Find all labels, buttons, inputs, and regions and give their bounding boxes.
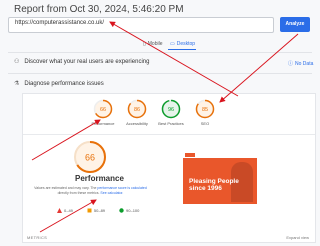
performance-big-score: 66 — [85, 153, 95, 163]
metrics-label: METRICS — [27, 235, 48, 240]
url-input-value: https://computerassistance.co.uk/ — [15, 20, 105, 26]
annotation-arrow — [219, 33, 299, 103]
expand-view-link[interactable]: Expand view — [286, 235, 309, 240]
diagnose-section-header[interactable]: ⚗ Diagnose performance issues — [14, 80, 104, 88]
score-gauge-best-practices[interactable]: 96 — [161, 99, 181, 119]
score-value: 86 — [134, 107, 140, 113]
score-value: 96 — [168, 107, 174, 113]
performance-note: Values are estimated and may vary. The p… — [33, 186, 148, 196]
page-screenshot-thumbnail: Pleasing People since 1996 — [183, 152, 257, 204]
url-input[interactable]: https://computerassistance.co.uk/ — [8, 17, 274, 33]
diagnose-section-text: Diagnose performance issues — [24, 80, 104, 87]
note-prefix: Values are estimated and may vary. The — [34, 186, 97, 190]
mobile-icon: ▯ — [143, 41, 146, 47]
legend-average: 50–89 — [87, 208, 105, 213]
divider — [8, 52, 312, 53]
legend-fail-range: 0–49 — [64, 208, 73, 213]
lab-flask-icon: ⚗ — [14, 81, 20, 87]
legend-average-range: 50–89 — [93, 208, 106, 213]
thumbnail-headline-line2: since 1996 — [189, 185, 222, 192]
triangle-icon — [57, 208, 62, 213]
thumbnail-headline-line1: Pleasing People — [189, 178, 239, 185]
note-link-calculator[interactable]: See calculator. — [100, 191, 123, 195]
crux-section-header[interactable]: ⚇ Discover what your real users are expe… — [14, 58, 150, 66]
crux-section-text: Discover what your real users are experi… — [24, 58, 150, 65]
info-icon: ⓘ — [288, 61, 294, 67]
thumbnail-headline: Pleasing People since 1996 — [189, 178, 239, 192]
lighthouse-panel: 66 Performance 86 Accessibility 96 Best Pract… — [22, 93, 316, 243]
tab-desktop[interactable]: ▭ Desktop — [170, 41, 195, 47]
note-suffix: directly from these metrics. — [57, 191, 100, 195]
score-gauge-performance[interactable]: 66 — [93, 99, 113, 119]
score-value: 66 — [100, 107, 106, 113]
performance-big-label: Performance — [75, 174, 124, 183]
score-label: SEO — [200, 121, 210, 126]
score-legend: 0–49 50–89 90–100 — [57, 208, 139, 213]
no-data-indicator: ⓘ No Data — [288, 60, 314, 68]
circle-icon — [119, 208, 124, 213]
no-data-label: No Data — [295, 60, 314, 67]
analyze-button[interactable]: Analyze — [280, 17, 310, 32]
thumbnail-navbar — [183, 152, 257, 158]
tab-active-indicator — [168, 49, 196, 50]
desktop-icon: ▭ — [170, 41, 175, 47]
score-gauge-accessibility[interactable]: 86 — [127, 99, 147, 119]
score-value: 85 — [202, 107, 208, 113]
divider — [8, 73, 312, 74]
legend-pass: 90–100 — [119, 208, 139, 213]
divider — [23, 134, 315, 135]
legend-pass-range: 90–100 — [126, 208, 140, 213]
performance-big-gauge: 66 — [74, 141, 106, 173]
people-icon: ⚇ — [14, 59, 20, 65]
square-icon — [87, 208, 92, 213]
score-gauge-seo[interactable]: 85 — [195, 99, 215, 119]
tab-mobile-label: Mobile — [147, 41, 163, 47]
note-link-calculated[interactable]: performance score is calculated — [97, 186, 146, 190]
thumbnail-logo — [185, 153, 195, 157]
tab-mobile[interactable]: ▯ Mobile — [143, 41, 163, 47]
tab-desktop-label: Desktop — [176, 41, 196, 47]
report-title: Report from Oct 30, 2024, 5:46:20 PM — [14, 4, 184, 15]
legend-fail: 0–49 — [57, 208, 73, 213]
